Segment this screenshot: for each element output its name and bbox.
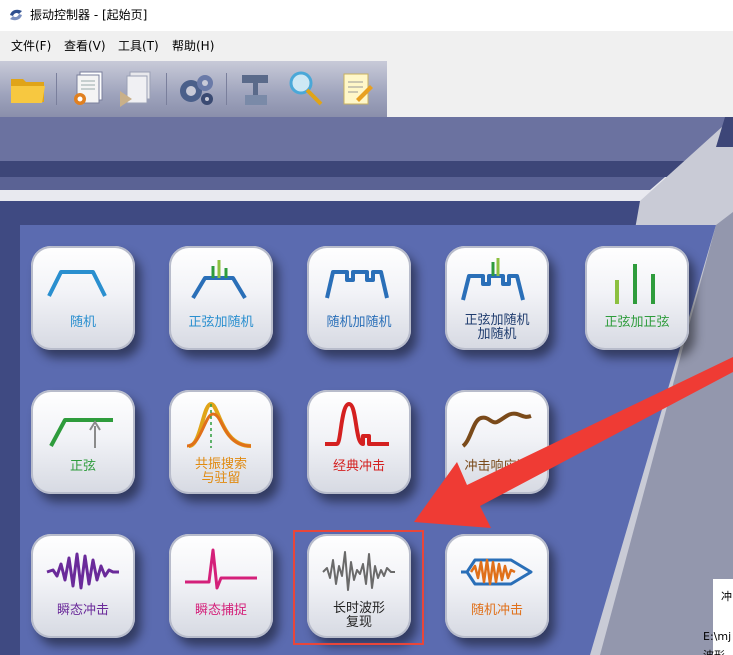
annotation-arrow-icon bbox=[414, 357, 733, 528]
